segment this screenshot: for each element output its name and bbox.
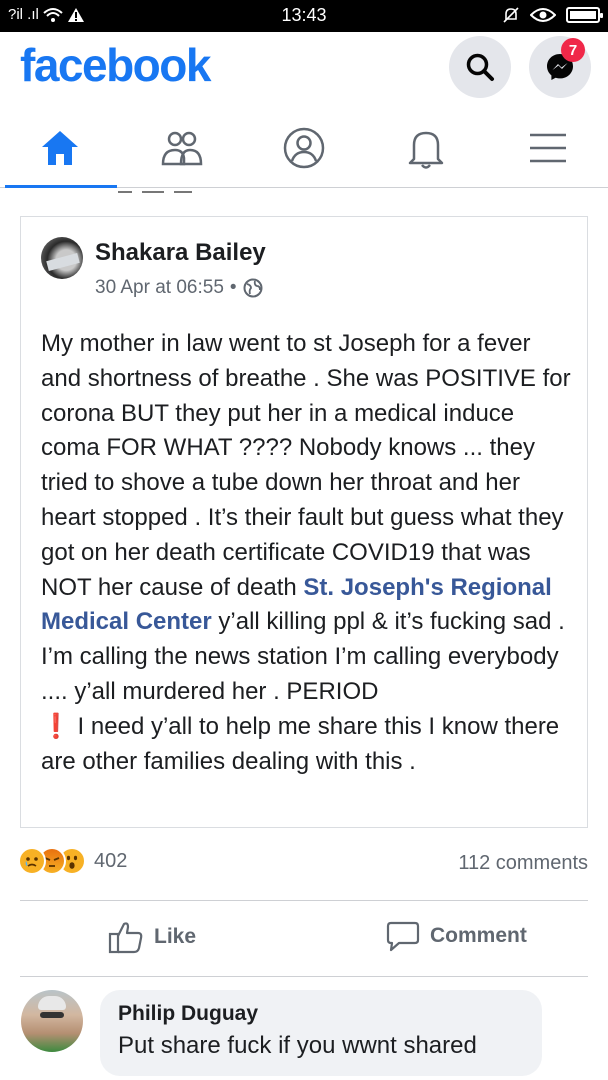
like-button[interactable]: Like — [108, 920, 196, 954]
comment-text: Put share fuck if you wwnt shared — [118, 1032, 477, 1059]
status-right-icons — [502, 6, 603, 24]
sad-reaction-icon — [18, 847, 46, 875]
messenger-button[interactable]: 7 — [529, 36, 591, 98]
reaction-summary[interactable]: 402 — [18, 847, 127, 875]
tab-profile[interactable] — [264, 116, 344, 180]
post-text-part3: I need y’all to help me share this I kno… — [41, 712, 560, 775]
post-meta: 30 Apr at 06:55 • — [95, 277, 263, 299]
menu-icon — [530, 133, 566, 163]
like-label: Like — [154, 925, 197, 948]
post-body: My mother in law went to st Joseph for a… — [41, 327, 573, 779]
reaction-count: 402 — [94, 849, 128, 872]
comment-bubble[interactable]: Philip Duguay Put share fuck if you wwnt… — [100, 990, 542, 1076]
tab-home[interactable] — [20, 116, 100, 180]
commenter-avatar[interactable] — [21, 990, 83, 1052]
status-bar: ?il .ıl 13:43 — [0, 0, 608, 32]
post-text-part1: My mother in law went to st Joseph for a… — [41, 330, 571, 601]
divider — [20, 976, 588, 977]
post-author[interactable]: Shakara Bailey — [95, 239, 266, 267]
profile-icon — [283, 127, 325, 169]
avatar[interactable] — [41, 237, 83, 279]
home-icon — [42, 131, 78, 165]
comment-icon — [386, 921, 420, 952]
comments-count-link[interactable]: 112 comments — [458, 852, 588, 875]
shared-post-card[interactable]: Shakara Bailey 30 Apr at 06:55 • My moth… — [20, 216, 588, 828]
bell-icon — [408, 131, 444, 169]
scrolled-content-remnant — [118, 189, 208, 195]
meta-separator: • — [229, 277, 237, 298]
app-header: facebook 7 — [0, 32, 608, 102]
friends-icon — [161, 131, 203, 166]
comment-label: Comment — [430, 924, 527, 947]
facebook-logo[interactable]: facebook — [20, 38, 211, 92]
commenter-name[interactable]: Philip Duguay — [118, 1002, 524, 1026]
exclamation-icon: ❗ — [41, 712, 71, 740]
tab-menu[interactable] — [508, 116, 588, 180]
globe-icon — [243, 278, 263, 298]
divider — [20, 900, 588, 901]
comment-button[interactable]: Comment — [386, 920, 527, 952]
mute-bell-icon — [503, 7, 519, 23]
like-icon — [108, 922, 143, 954]
post-date[interactable]: 30 Apr at 06:55 — [95, 277, 224, 299]
battery-icon — [566, 7, 603, 23]
messenger-badge: 7 — [561, 38, 585, 62]
active-tab-indicator — [5, 185, 117, 188]
tab-bar — [0, 102, 608, 188]
tab-friends[interactable] — [142, 116, 222, 180]
search-icon — [466, 53, 494, 81]
search-button[interactable] — [449, 36, 511, 98]
eye-icon — [530, 8, 556, 22]
tab-notifications[interactable] — [386, 116, 466, 180]
